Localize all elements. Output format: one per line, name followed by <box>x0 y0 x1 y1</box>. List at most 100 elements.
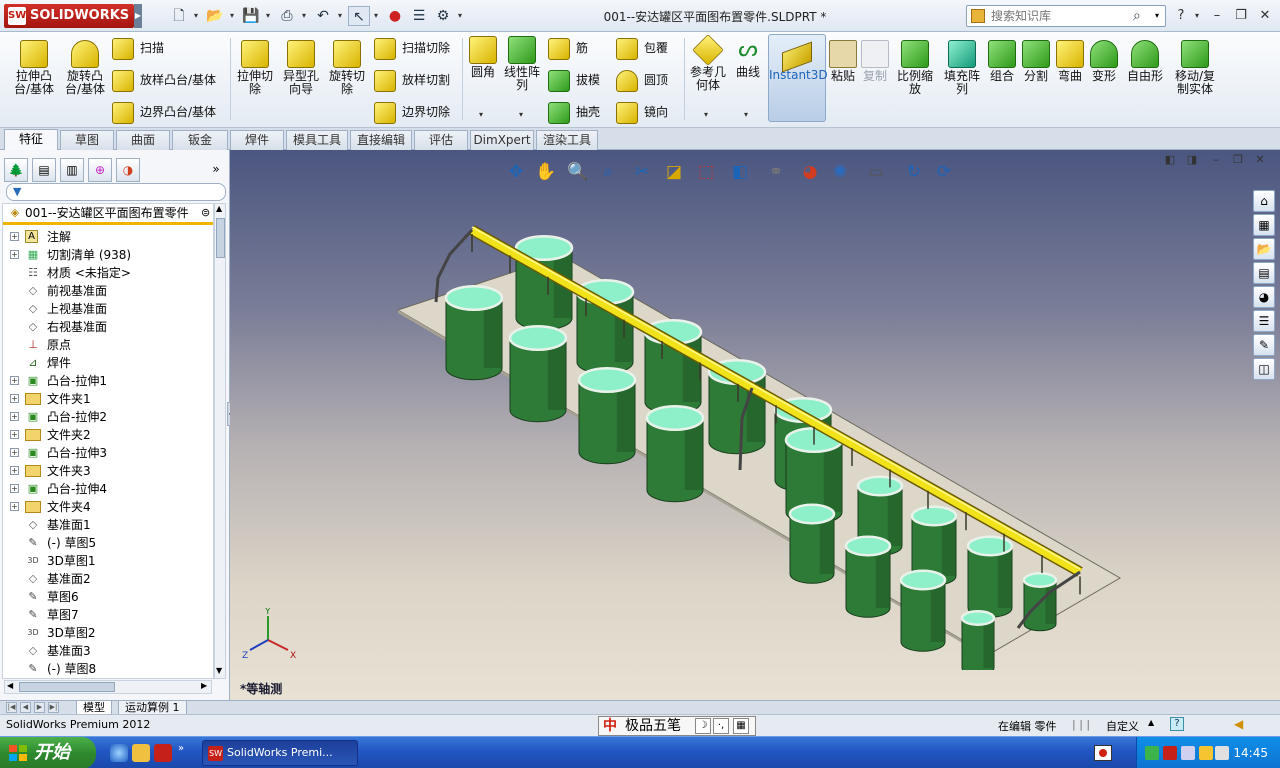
taskbar-solidworks-window[interactable]: SW SolidWorks Premi... <box>202 740 358 766</box>
search-input[interactable] <box>991 8 1141 24</box>
tree-node[interactable]: ✎ 草图7 <box>3 606 213 624</box>
edit-appearance-icon[interactable]: ◕ <box>798 160 822 184</box>
mirror-button[interactable]: 镜向 <box>616 100 668 124</box>
tab-motion-study-1[interactable]: 运动算例 1 <box>118 701 187 715</box>
scroll-right-icon[interactable]: ▶ <box>201 681 207 690</box>
tree-node[interactable]: ◇ 基准面1 <box>3 516 213 534</box>
forum-icon[interactable]: ✎ <box>1253 334 1275 356</box>
ref-geometry-button[interactable]: 参考几何体 <box>686 34 730 92</box>
property-manager-tab-icon[interactable]: ▤ <box>32 158 56 182</box>
scroll-thumb[interactable] <box>216 218 225 258</box>
ime-chinese-icon[interactable]: 中 <box>603 718 621 734</box>
loft-boss-button[interactable]: 放样凸台/基体 <box>112 68 216 92</box>
expand-node-icon[interactable]: + <box>10 502 19 511</box>
graphics-area[interactable]: ✥ ✋ 🔍 ⌕ ✂ ◪ ⬚ ◧ ⚭ ◕ ✺ ▭ ↻ ⟳ ◧ ◨ – ❐ ✕ Y … <box>230 150 1280 700</box>
menu-expand-icon[interactable]: ▶ <box>134 4 142 28</box>
restore-icon[interactable]: ❐ <box>1230 6 1252 26</box>
boundary-boss-button[interactable]: 边界凸台/基体 <box>112 100 216 124</box>
expand-node-icon[interactable]: + <box>10 448 19 457</box>
search-dropdown-icon[interactable]: ▾ <box>1155 11 1159 20</box>
ie-quicklaunch-icon[interactable] <box>110 744 128 762</box>
select-cursor-icon[interactable]: ↖ <box>348 6 370 26</box>
help-dropdown-icon[interactable]: ▾ <box>1186 6 1208 26</box>
tree-node[interactable]: ◇ 上视基准面 <box>3 300 213 318</box>
revolve-boss-button[interactable]: 旋转凸台/基体 <box>60 40 110 96</box>
freeform-button[interactable]: 自由形 <box>1124 40 1166 83</box>
tray-volume-icon[interactable] <box>1215 746 1229 760</box>
units-dropdown-icon[interactable]: ▲ <box>1148 718 1154 727</box>
tab-weldments[interactable]: 焊件 <box>230 130 284 150</box>
tree-node[interactable]: ✎ (-) 草图8 <box>3 660 213 678</box>
rotate-view-icon[interactable]: ↻ <box>902 160 926 184</box>
select-dropdown-icon[interactable]: ▾ <box>372 6 380 26</box>
scroll-left-icon[interactable]: ◀ <box>7 681 13 690</box>
paste-button[interactable]: 粘贴 <box>828 40 858 83</box>
tray-solidworks-icon[interactable] <box>1163 746 1177 760</box>
viewport-next-icon[interactable]: ◨ <box>1182 152 1202 168</box>
expand-node-icon[interactable]: + <box>10 466 19 475</box>
combine-button[interactable]: 组合 <box>986 40 1018 83</box>
display-style-icon[interactable]: ◧ <box>728 160 752 184</box>
tree-node[interactable]: + A 注解 <box>3 228 213 246</box>
hscroll-thumb[interactable] <box>19 682 115 692</box>
curves-button[interactable]: ᔕ 曲线 <box>732 36 764 79</box>
tree-node[interactable]: ✎ (-) 草图5 <box>3 534 213 552</box>
expand-node-icon[interactable]: + <box>10 430 19 439</box>
dynamic-annotation-icon[interactable]: ◪ <box>662 160 686 184</box>
expand-node-icon[interactable]: + <box>10 376 19 385</box>
ime-fullwidth-icon[interactable]: ☽ <box>695 718 711 734</box>
split-button[interactable]: 分割 <box>1020 40 1052 83</box>
sweep-button[interactable]: 扫描 <box>112 36 164 60</box>
expand-panel-icon[interactable]: » <box>204 158 228 182</box>
view-orientation-icon[interactable]: ⬚ <box>694 160 718 184</box>
expand-node-icon[interactable]: + <box>10 250 19 259</box>
shell-button[interactable]: 抽壳 <box>548 100 600 124</box>
new-file-icon[interactable]: 🗋 <box>168 6 190 26</box>
tree-node[interactable]: ◇ 前视基准面 <box>3 282 213 300</box>
open-file-icon[interactable]: 📂 <box>204 6 226 26</box>
view-settings-icon[interactable]: ▭ <box>864 160 888 184</box>
language-bar-icon[interactable] <box>1094 745 1112 761</box>
wrap-button[interactable]: 包覆 <box>616 36 668 60</box>
close-icon[interactable]: ✕ <box>1254 6 1276 26</box>
save-dropdown-icon[interactable]: ▾ <box>264 6 272 26</box>
undo-icon[interactable]: ↶ <box>312 6 334 26</box>
tree-node[interactable]: ⊥ 原点 <box>3 336 213 354</box>
quicklaunch-more-icon[interactable]: » <box>178 743 184 754</box>
tab-features[interactable]: 特征 <box>4 129 58 150</box>
expand-node-icon[interactable]: + <box>10 394 19 403</box>
boundary-cut-button[interactable]: 边界切除 <box>374 100 450 124</box>
rib-button[interactable]: 筋 <box>548 36 588 60</box>
solidworks-resources-icon[interactable]: ⌂ <box>1253 190 1275 212</box>
hide-show-items-icon[interactable]: ⚭ <box>764 160 788 184</box>
tab-surfaces[interactable]: 曲面 <box>116 130 170 150</box>
tree-node[interactable]: +⊓结构构件1 <box>3 678 214 679</box>
search-knowledge-box[interactable]: ⌕ ▾ <box>966 5 1166 27</box>
ime-keyboard-icon[interactable]: ▦ <box>733 718 749 734</box>
solidworks-menu-button[interactable]: SW SOLIDWORKS ▶ <box>4 4 142 28</box>
units-selector[interactable]: 自定义 <box>1106 718 1139 734</box>
tree-node[interactable]: ◇ 右视基准面 <box>3 318 213 336</box>
tree-node[interactable]: 3D 3D草图1 <box>3 552 213 570</box>
view-palette-icon[interactable]: ▤ <box>1253 262 1275 284</box>
instant3d-button[interactable]: Instant3D <box>768 34 828 122</box>
ime-punctuation-icon[interactable]: ·, <box>713 718 729 734</box>
custom-properties-icon[interactable]: ☰ <box>1253 310 1275 332</box>
tree-node[interactable]: + 文件夹4 <box>3 498 213 516</box>
tree-filter[interactable]: ▼ <box>6 183 226 201</box>
tab-model[interactable]: 模型 <box>76 701 112 715</box>
quick-tips-icon[interactable]: ? <box>1170 717 1184 731</box>
fill-pattern-button[interactable]: 填充阵列 <box>940 40 984 96</box>
design-library-icon[interactable]: ▦ <box>1253 214 1275 236</box>
extrude-cut-button[interactable]: 拉伸切除 <box>234 40 276 96</box>
hole-wizard-button[interactable]: 异型孔向导 <box>280 40 322 96</box>
extrude-boss-button[interactable]: 拉伸凸台/基体 <box>8 40 60 96</box>
tree-vertical-scrollbar[interactable]: ▲ ▼ <box>214 203 226 679</box>
tree-node[interactable]: ◇ 基准面3 <box>3 642 213 660</box>
rollback-bar[interactable] <box>3 222 213 225</box>
ime-toolbar[interactable]: 中 极品五笔 ☽ ·, ▦ <box>598 716 756 736</box>
options-dropdown-icon[interactable]: ▾ <box>456 6 464 26</box>
feature-manager-tab-icon[interactable]: 🌲 <box>4 158 28 182</box>
draft-button[interactable]: 拔模 <box>548 68 600 92</box>
tab-direct-editing[interactable]: 直接编辑 <box>350 130 412 150</box>
